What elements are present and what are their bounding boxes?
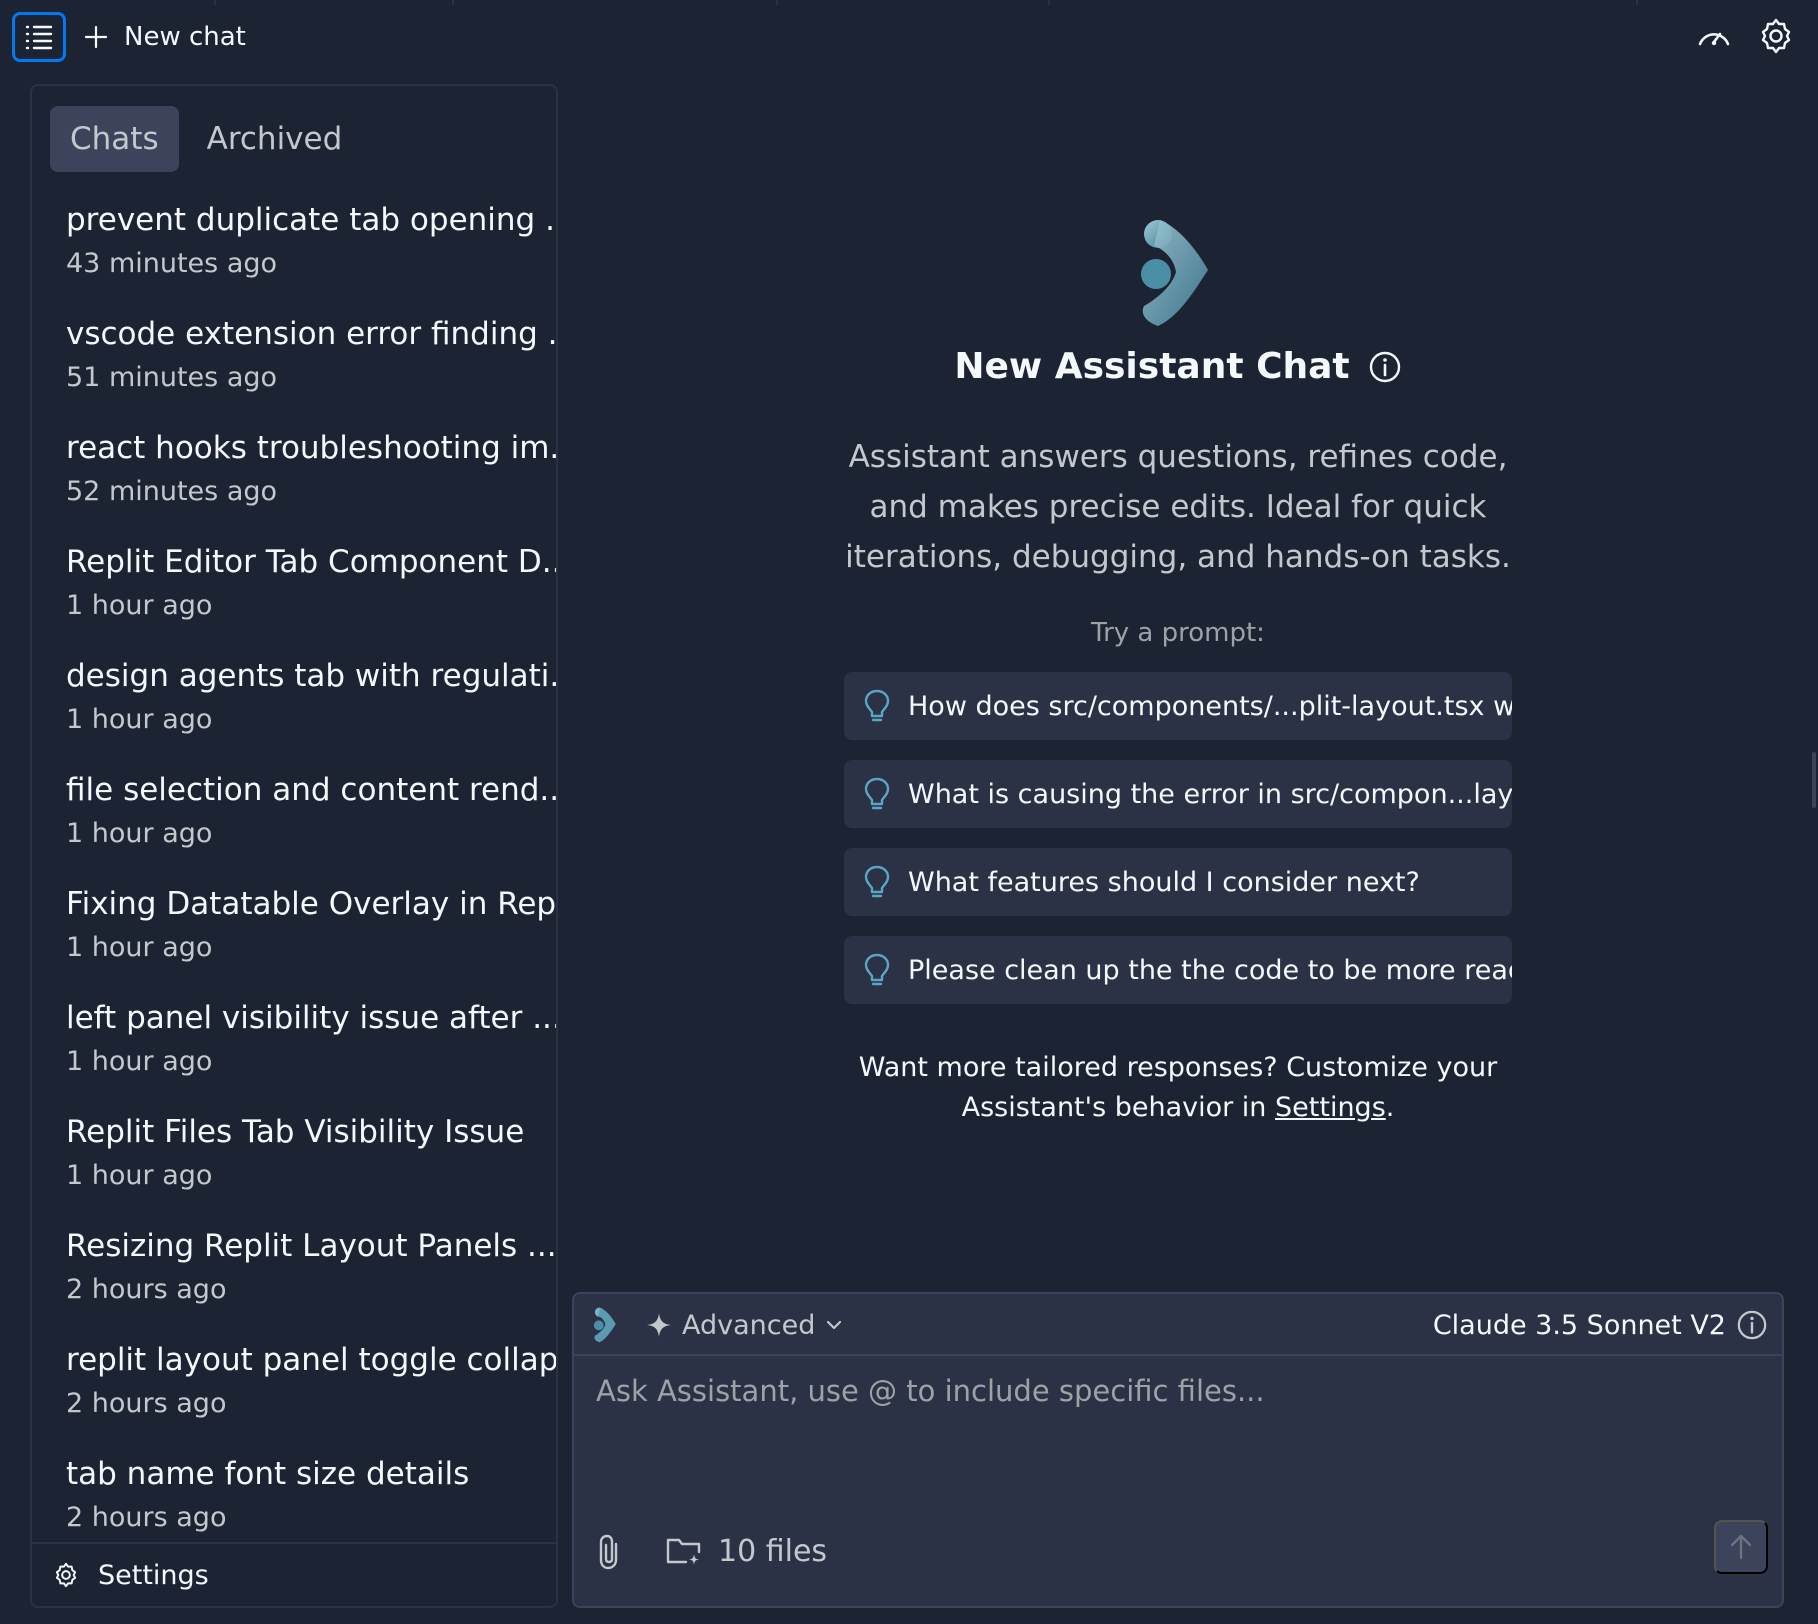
send-button[interactable] xyxy=(1714,1520,1768,1574)
speedometer-icon[interactable] xyxy=(1694,16,1734,56)
new-chat-button[interactable]: New chat xyxy=(84,16,246,58)
chat-input[interactable] xyxy=(596,1374,1756,1484)
chat-timestamp: 43 minutes ago xyxy=(66,248,278,279)
top-tab-strip xyxy=(0,0,1818,6)
chat-list-item[interactable]: left panel visibility issue after ... 1 … xyxy=(32,996,556,1110)
files-context-button[interactable]: 10 files xyxy=(666,1528,827,1574)
files-count-label: 10 files xyxy=(718,1533,828,1569)
lightbulb-icon xyxy=(864,689,890,722)
chat-timestamp: 1 hour ago xyxy=(66,1046,213,1077)
prompt-suggestion[interactable]: What is causing the error in src/compon.… xyxy=(844,760,1512,828)
plus-icon xyxy=(84,25,108,49)
chat-timestamp: 2 hours ago xyxy=(66,1388,227,1419)
chat-timestamp: 1 hour ago xyxy=(66,1160,213,1191)
prompt-text: Please clean up the the code to be more … xyxy=(908,954,1512,986)
chat-title: Fixing Datatable Overlay in Rep... xyxy=(66,886,556,922)
prompt-suggestion[interactable]: Please clean up the the code to be more … xyxy=(844,936,1512,1004)
chat-list-item[interactable]: file selection and content rend... 1 hou… xyxy=(32,768,556,882)
settings-label: Settings xyxy=(98,1559,209,1591)
chat-timestamp: 2 hours ago xyxy=(66,1502,227,1533)
info-icon[interactable] xyxy=(1736,1309,1768,1341)
prompt-text: What features should I consider next? xyxy=(908,866,1420,898)
composer-body: 10 files xyxy=(574,1356,1782,1606)
prompt-suggestions: How does src/components/...plit-layout.t… xyxy=(844,672,1512,1024)
mode-selector[interactable]: Advanced xyxy=(646,1304,843,1346)
customize-suffix: . xyxy=(1385,1092,1395,1123)
logo-icon xyxy=(593,1307,616,1343)
chat-timestamp: 1 hour ago xyxy=(66,590,213,621)
chat-timestamp: 52 minutes ago xyxy=(66,476,278,507)
chat-title: Replit Files Tab Visibility Issue xyxy=(66,1114,525,1150)
mode-label: Advanced xyxy=(682,1309,816,1341)
chevron-down-icon xyxy=(827,1320,842,1330)
assistant-description: Assistant answers questions, refines cod… xyxy=(845,439,1511,575)
chat-list-item[interactable]: Replit Files Tab Visibility Issue 1 hour… xyxy=(32,1110,556,1224)
top-bar: New chat xyxy=(0,0,1818,74)
chat-title: vscode extension error finding ... xyxy=(66,316,556,352)
chat-title: tab name font size details xyxy=(66,1456,470,1492)
lightbulb-icon xyxy=(864,865,890,898)
chat-title: react hooks troubleshooting im... xyxy=(66,430,556,466)
sidebar-tabs: Chats Archived xyxy=(50,106,362,172)
customize-text: Want more tailored responses? Customize … xyxy=(858,1052,1498,1123)
chat-list-item[interactable]: prevent duplicate tab opening ... 43 min… xyxy=(32,198,556,312)
prompt-suggestion[interactable]: What features should I consider next? xyxy=(844,848,1512,916)
model-selector[interactable]: Claude 3.5 Sonnet V2 xyxy=(1433,1304,1768,1346)
chat-timestamp: 1 hour ago xyxy=(66,932,213,963)
settings-link[interactable]: Settings xyxy=(1275,1092,1386,1123)
folder-plus-icon xyxy=(666,1538,701,1565)
chat-composer: Advanced Claude 3.5 Sonnet V2 Ask Assist… xyxy=(572,1292,1784,1608)
composer-header: Advanced Claude 3.5 Sonnet V2 xyxy=(574,1294,1782,1356)
chat-title: Resizing Replit Layout Panels ... xyxy=(66,1228,556,1264)
tab-chats[interactable]: Chats xyxy=(50,106,179,172)
toggle-chat-list-button[interactable] xyxy=(12,12,66,62)
gear-icon xyxy=(55,1562,77,1588)
logo-icon xyxy=(1141,220,1208,326)
chat-list-item[interactable]: vscode extension error finding ... 51 mi… xyxy=(32,312,556,426)
chat-list-item[interactable]: Replit Editor Tab Component D... 1 hour … xyxy=(32,540,556,654)
prompt-text: How does src/components/...plit-layout.t… xyxy=(908,690,1512,722)
chat-timestamp: 51 minutes ago xyxy=(66,362,278,393)
sparkle-icon xyxy=(647,1313,671,1337)
customize-hint: Want more tailored responses? Customize … xyxy=(840,1048,1516,1128)
welcome-title-row: New Assistant Chat xyxy=(560,346,1796,387)
chat-list-item[interactable]: Resizing Replit Layout Panels ... 2 hour… xyxy=(32,1224,556,1338)
lightbulb-icon xyxy=(864,953,890,986)
sidebar-settings-button[interactable]: Settings xyxy=(32,1542,556,1606)
chat-timestamp: 1 hour ago xyxy=(66,704,213,735)
chat-title: design agents tab with regulati... xyxy=(66,658,556,694)
list-icon xyxy=(25,25,53,50)
chat-title: replit layout panel toggle collap... xyxy=(66,1342,556,1378)
chat-timestamp: 1 hour ago xyxy=(66,818,213,849)
chat-title: file selection and content rend... xyxy=(66,772,556,808)
resize-handle[interactable] xyxy=(1812,752,1816,808)
tab-archived[interactable]: Archived xyxy=(187,106,363,172)
try-prompt-label: Try a prompt: xyxy=(1091,618,1265,648)
arrow-up-icon xyxy=(1730,1534,1752,1560)
info-icon[interactable] xyxy=(1368,350,1402,384)
chat-list-item[interactable]: react hooks troubleshooting im... 52 min… xyxy=(32,426,556,540)
chat-sidebar: Chats Archived prevent duplicate tab ope… xyxy=(30,84,558,1608)
chat-title: left panel visibility issue after ... xyxy=(66,1000,556,1036)
new-chat-label: New chat xyxy=(124,22,246,52)
lightbulb-icon xyxy=(864,777,890,810)
assistant-app: New chat Chats Archived prevent duplicat… xyxy=(0,0,1818,1624)
chat-title: Replit Editor Tab Component D... xyxy=(66,544,556,580)
gear-icon[interactable] xyxy=(1756,16,1796,56)
paperclip-icon[interactable] xyxy=(594,1532,628,1572)
prompt-suggestion[interactable]: How does src/components/...plit-layout.t… xyxy=(844,672,1512,740)
prompt-text: What is causing the error in src/compon.… xyxy=(908,778,1512,810)
chat-list-item[interactable]: replit layout panel toggle collap... 2 h… xyxy=(32,1338,556,1452)
chat-title: prevent duplicate tab opening ... xyxy=(66,202,556,238)
chat-list: prevent duplicate tab opening ... 43 min… xyxy=(32,198,556,1566)
chat-list-item[interactable]: design agents tab with regulati... 1 hou… xyxy=(32,654,556,768)
chat-timestamp: 2 hours ago xyxy=(66,1274,227,1305)
chat-list-item[interactable]: Fixing Datatable Overlay in Rep... 1 hou… xyxy=(32,882,556,996)
model-label: Claude 3.5 Sonnet V2 xyxy=(1432,1309,1726,1341)
page-title: New Assistant Chat xyxy=(954,346,1350,387)
